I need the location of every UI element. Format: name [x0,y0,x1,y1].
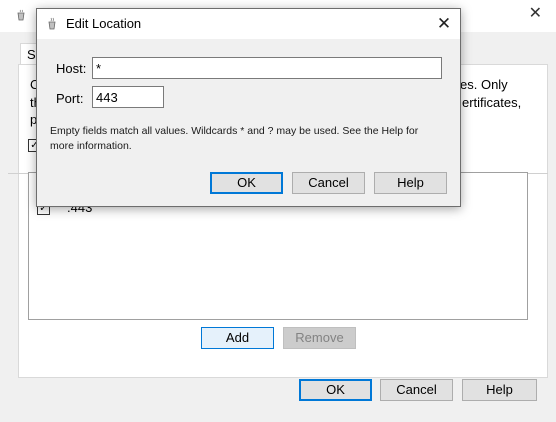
parent-ok-button[interactable]: OK [299,379,372,401]
close-icon[interactable]: ✕ [428,9,460,39]
port-input[interactable] [92,86,164,108]
ok-button[interactable]: OK [210,172,283,194]
parent-cancel-button[interactable]: Cancel [380,379,453,401]
info-text: Empty fields match all values. Wildcards… [50,125,419,152]
parent-help-button[interactable]: Help [462,379,537,401]
cancel-button[interactable]: Cancel [292,172,365,194]
close-icon[interactable]: ✕ [529,4,542,24]
java-cup-icon [17,9,25,21]
host-label: Host: [56,61,87,76]
divider [526,173,548,174]
port-label: Port: [56,91,84,106]
help-button[interactable]: Help [374,172,447,194]
java-cup-icon [48,17,56,30]
dialog-titlebar: Edit Location ✕ [37,9,460,39]
host-input[interactable] [92,57,442,79]
edit-location-dialog: Edit Location ✕ Host: Port: Empty fields… [36,8,461,207]
desc-fragment: ertificates, [462,95,522,110]
add-button[interactable]: Add [201,327,274,349]
divider [8,173,28,174]
dialog-title: Edit Location [66,16,142,31]
remove-button[interactable]: Remove [283,327,356,349]
desc-fragment: es. Only [460,77,508,92]
